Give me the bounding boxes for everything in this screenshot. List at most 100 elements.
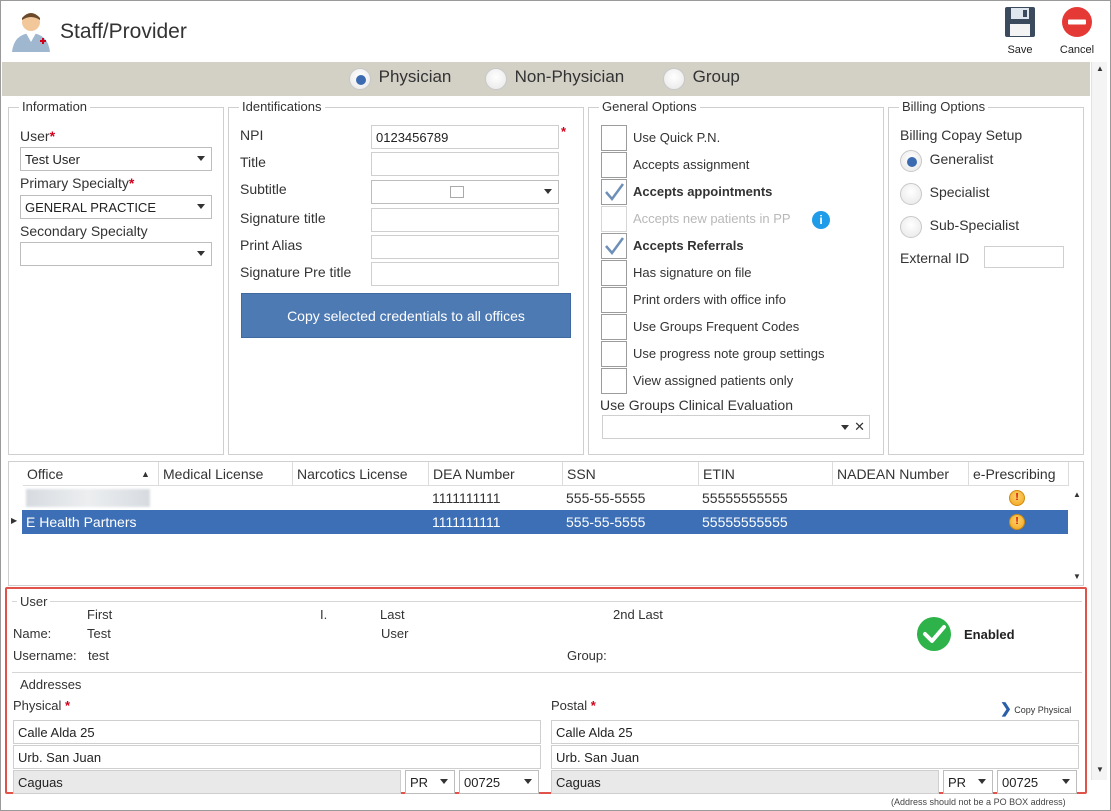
- postal-zip-select[interactable]: 00725: [997, 770, 1077, 794]
- copy-credentials-button[interactable]: Copy selected credentials to all offices: [241, 293, 571, 338]
- clinical-eval-select[interactable]: ✕: [602, 415, 870, 439]
- warning-icon[interactable]: !: [1009, 514, 1025, 530]
- signature-title-input[interactable]: [371, 208, 559, 232]
- postal-label: Postal *: [551, 698, 596, 713]
- radio-physician[interactable]: Physician: [349, 67, 451, 91]
- col-medical-license[interactable]: Medical License: [159, 462, 293, 486]
- col-etin[interactable]: ETIN: [699, 462, 833, 486]
- scroll-down-icon[interactable]: ▼: [1094, 765, 1106, 774]
- warning-icon[interactable]: !: [1009, 490, 1025, 506]
- npi-label: NPI: [240, 127, 264, 143]
- office-cell: [26, 489, 150, 507]
- save-label: Save: [1007, 44, 1033, 56]
- title-input[interactable]: [371, 152, 559, 176]
- enabled-check-icon: [916, 616, 952, 652]
- signature-pre-title-input[interactable]: [371, 262, 559, 286]
- secondary-specialty-select[interactable]: [20, 242, 212, 266]
- grid-scroll-up-icon[interactable]: ▲: [1071, 490, 1083, 499]
- username-label: Username:: [13, 648, 77, 663]
- grid-header: Office ▲ Medical License Narcotics Licen…: [23, 462, 1069, 486]
- generalist-label: Generalist: [929, 151, 994, 168]
- checkbox[interactable]: [601, 179, 627, 205]
- checkbox[interactable]: [601, 260, 627, 286]
- physician-label: Physician: [378, 67, 452, 86]
- chevron-down-icon[interactable]: [841, 425, 849, 430]
- info-icon[interactable]: i: [812, 211, 830, 229]
- save-button[interactable]: Save: [1000, 5, 1040, 56]
- checkbox[interactable]: [601, 125, 627, 151]
- print-alias-label: Print Alias: [240, 237, 303, 253]
- option-label: Use Quick P.N.: [633, 130, 721, 145]
- radio-specialist[interactable]: Specialist: [900, 183, 990, 205]
- npi-input[interactable]: 0123456789: [371, 125, 559, 149]
- postal-city-input[interactable]: Caguas: [551, 770, 939, 794]
- save-icon: [1005, 7, 1035, 37]
- generalist-radio-icon: [900, 150, 922, 172]
- option-label: Use progress note group settings: [633, 346, 825, 361]
- physical-state-select[interactable]: PR: [405, 770, 455, 794]
- clear-icon[interactable]: ✕: [854, 419, 865, 435]
- radio-group[interactable]: Group: [663, 67, 740, 91]
- radio-sub-specialist[interactable]: Sub-Specialist: [900, 216, 1019, 238]
- checkbox[interactable]: [601, 368, 627, 394]
- copy-physical-button[interactable]: ❯ Copy Physical: [1000, 700, 1071, 717]
- cancel-button[interactable]: Cancel: [1056, 5, 1098, 56]
- image-placeholder-icon: [450, 186, 464, 198]
- group-radio-icon: [663, 67, 685, 90]
- postal-line2-input[interactable]: Urb. San Juan: [551, 745, 1079, 769]
- physical-line2-input[interactable]: Urb. San Juan: [13, 745, 541, 769]
- chevron-down-icon: [197, 156, 205, 161]
- col-e-prescribing[interactable]: e-Prescribing: [969, 462, 1069, 486]
- signature-title-label: Signature title: [240, 210, 326, 226]
- print-alias-input[interactable]: [371, 235, 559, 259]
- office-cell: E Health Partners: [26, 514, 137, 530]
- option-label: Accepts Referrals: [633, 238, 744, 253]
- external-id-input[interactable]: [984, 246, 1064, 268]
- checkbox[interactable]: [601, 233, 627, 259]
- subtitle-select[interactable]: [371, 180, 559, 204]
- sort-up-icon: ▲: [141, 469, 150, 479]
- primary-specialty-select[interactable]: GENERAL PRACTICE: [20, 195, 212, 219]
- information-title: Information: [19, 99, 91, 114]
- chevron-down-icon: [524, 779, 532, 784]
- col-dea-number[interactable]: DEA Number: [429, 462, 563, 486]
- scroll-up-icon[interactable]: ▲: [1094, 64, 1106, 73]
- user-select[interactable]: Test User: [20, 147, 212, 171]
- chevron-down-icon: [440, 779, 448, 784]
- etin-cell: 55555555555: [702, 514, 788, 530]
- ssn-cell: 555-55-5555: [566, 514, 646, 530]
- cancel-icon: [1062, 7, 1092, 37]
- user-label: User*: [20, 128, 56, 144]
- col-office[interactable]: Office: [23, 462, 159, 486]
- last-header: Last: [380, 607, 405, 622]
- physical-zip-select[interactable]: 00725: [459, 770, 539, 794]
- radio-non-physician[interactable]: Non-Physician: [485, 67, 624, 91]
- table-row[interactable]: E Health Partners 1111111111 555-55-5555…: [22, 510, 1068, 534]
- postal-state-select[interactable]: PR: [943, 770, 993, 794]
- user-section-title: User: [17, 594, 51, 609]
- chevron-down-icon: [544, 189, 552, 194]
- vertical-scrollbar[interactable]: ▲ ▼: [1091, 62, 1107, 780]
- physical-line1-input[interactable]: Calle Alda 25: [13, 720, 541, 744]
- physical-city-input[interactable]: Caguas: [13, 770, 401, 794]
- checkbox[interactable]: [601, 152, 627, 178]
- provider-avatar-icon: [6, 8, 56, 54]
- checkmark-icon: [605, 237, 625, 256]
- signature-pre-title-label: Signature Pre title: [240, 264, 352, 280]
- grid-scroll-down-icon[interactable]: ▼: [1071, 572, 1083, 581]
- npi-required-mark: *: [561, 124, 567, 139]
- col-narcotics-license[interactable]: Narcotics License: [293, 462, 429, 486]
- general-options-title: General Options: [599, 99, 700, 114]
- col-ssn[interactable]: SSN: [563, 462, 699, 486]
- radio-generalist[interactable]: Generalist: [900, 150, 993, 172]
- postal-line1-input[interactable]: Calle Alda 25: [551, 720, 1079, 744]
- table-row[interactable]: 1111111111 555-55-5555 55555555555 !: [22, 486, 1068, 510]
- identifications-title: Identifications: [239, 99, 325, 114]
- subtitle-label: Subtitle: [240, 181, 287, 197]
- chevron-down-icon: [197, 204, 205, 209]
- checkbox[interactable]: [601, 341, 627, 367]
- checkbox[interactable]: [601, 287, 627, 313]
- col-nadean-number[interactable]: NADEAN Number: [833, 462, 969, 486]
- checkbox[interactable]: [601, 314, 627, 340]
- sub-specialist-radio-icon: [900, 216, 922, 238]
